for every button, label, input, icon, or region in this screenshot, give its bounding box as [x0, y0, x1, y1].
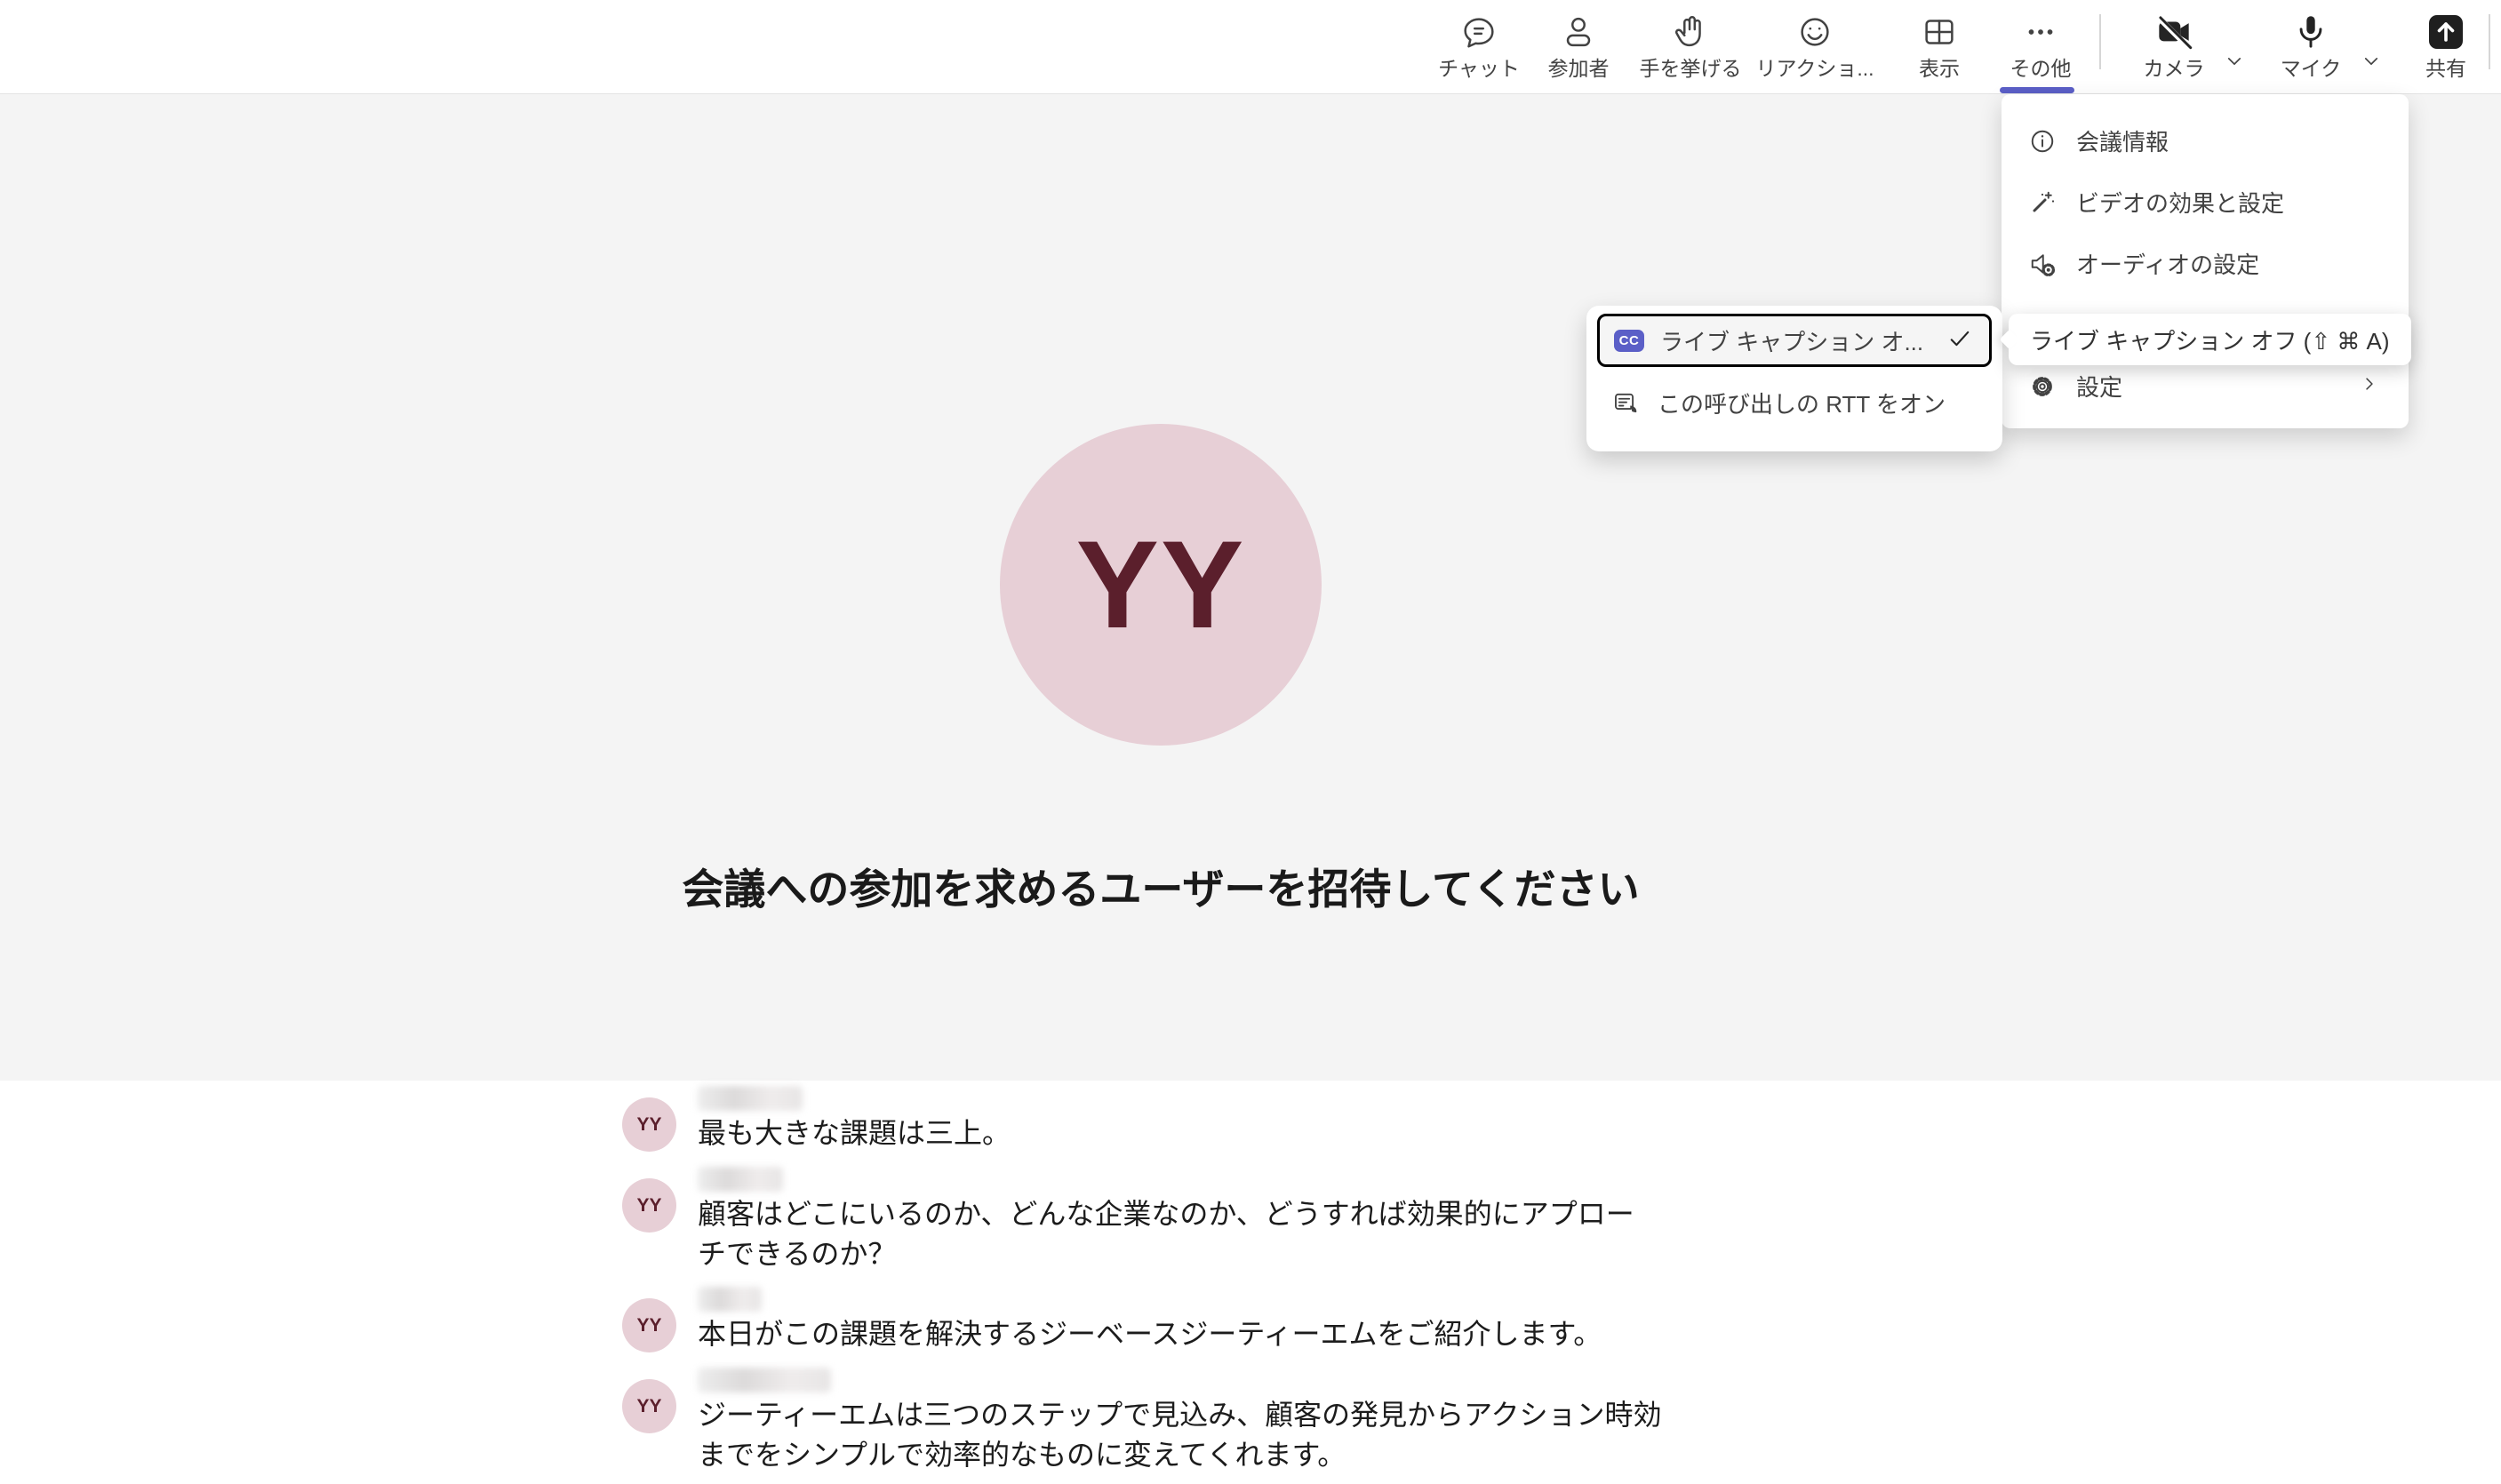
redacted-speaker-name [698, 1287, 762, 1312]
meeting-toolbar: チャット 参加者 手を挙げる [0, 0, 2501, 94]
more-ellipsis-icon [2020, 7, 2061, 57]
share-button[interactable]: 共有 [2403, 7, 2489, 89]
page-title: 会議への参加を求めるユーザーを招待してください [0, 855, 2321, 916]
menu-item-label: この呼び出しの RTT をオン [1658, 387, 1946, 419]
more-menu: 会議情報 ビデオの効果と設定 オーディオの設定 [2002, 94, 2409, 428]
participants-icon [1558, 7, 1599, 57]
rtt-icon [1611, 387, 1642, 418]
teams-meeting-window: YY 会議への参加を求めるユーザーを招待してください YY 最も大きな課題は三上… [0, 0, 2501, 1484]
mic-label: マイク [2281, 57, 2342, 80]
raise-hand-icon [1670, 7, 1711, 57]
reactions-label: リアクショ... [1755, 57, 1874, 80]
live-captions-tooltip: ライブ キャプション オフ (⇧ ⌘ A) [2009, 314, 2411, 365]
participants-label: 参加者 [1548, 57, 1610, 80]
caption-text: 顧客はどこにいるのか、どんな企業なのか、どうすれば効果的にアプローチできるのか？ [698, 1194, 1662, 1274]
chat-icon [1458, 7, 1499, 57]
menu-item-meeting-info[interactable]: 会議情報 [2002, 110, 2409, 172]
menu-item-rtt[interactable]: この呼び出しの RTT をオン [1597, 375, 1992, 430]
more-label: その他 [2010, 57, 2072, 80]
speaker-gear-icon [2026, 248, 2058, 280]
info-icon [2026, 125, 2058, 157]
menu-item-label: 会議情報 [2076, 124, 2382, 157]
more-active-indicator [2000, 87, 2074, 93]
chevron-right-icon [2357, 371, 2382, 401]
mic-button[interactable]: マイク [2261, 7, 2361, 89]
avatar: YY [622, 1379, 676, 1433]
chat-label: チャット [1438, 57, 1520, 80]
mic-icon [2289, 7, 2333, 57]
toolbar-divider [2489, 14, 2490, 69]
avatar: YY [622, 1298, 676, 1352]
view-button[interactable]: 表示 [1882, 7, 1996, 89]
toolbar-divider [2099, 14, 2101, 69]
view-layout-icon [1919, 7, 1960, 57]
cc-badge-icon: CC [1614, 330, 1644, 352]
checkmark-icon [1945, 323, 1975, 358]
avatar-initials: YY [1076, 513, 1246, 657]
more-button[interactable]: その他 [1984, 7, 2097, 89]
redacted-speaker-name [698, 1086, 803, 1111]
avatar: YY [1000, 424, 1322, 746]
gear-icon [2026, 371, 2058, 403]
view-label: 表示 [1919, 57, 1960, 80]
raise-hand-label: 手を挙げる [1640, 57, 1742, 80]
caption-text: 本日がこの課題を解決するジーベースジーティーエムをご紹介します。 [698, 1314, 1662, 1354]
menu-item-video-effects[interactable]: ビデオの効果と設定 [2002, 172, 2409, 233]
menu-item-label: ビデオの効果と設定 [2076, 186, 2382, 219]
camera-button[interactable]: カメラ [2124, 7, 2224, 89]
tooltip-text: ライブ キャプション オフ (⇧ ⌘ A) [2030, 323, 2390, 356]
live-captions-panel: YY 最も大きな課題は三上。 YY 顧客はどこにいるのか、どんな企業なのか、どう… [0, 1081, 2501, 1484]
camera-off-icon [2152, 7, 2196, 57]
avatar: YY [622, 1178, 676, 1233]
caption-text: 最も大きな課題は三上。 [698, 1113, 1662, 1153]
menu-item-audio-settings[interactable]: オーディオの設定 [2002, 233, 2409, 294]
share-screen-icon [2425, 7, 2467, 57]
reactions-icon [1794, 7, 1835, 57]
redacted-speaker-name [698, 1368, 831, 1392]
avatar: YY [622, 1097, 676, 1152]
menu-item-label: オーディオの設定 [2076, 247, 2382, 280]
camera-options-chevron[interactable] [2219, 46, 2249, 76]
captions-submenu: CC ライブ キャプション オ... この呼び出しの RTT をオン [1586, 306, 2002, 451]
chat-button[interactable]: チャット [1422, 7, 1536, 89]
redacted-speaker-name [698, 1167, 783, 1192]
participants-button[interactable]: 参加者 [1522, 7, 1635, 89]
magic-wand-icon [2026, 187, 2058, 219]
menu-item-live-captions[interactable]: CC ライブ キャプション オ... [1597, 314, 1992, 367]
menu-item-label: 設定 [2076, 370, 2357, 403]
reactions-button[interactable]: リアクショ... [1756, 7, 1874, 89]
mic-options-chevron[interactable] [2356, 46, 2386, 76]
caption-text: ジーティーエムは三つのステップで見込み、顧客の発見からアクション時効までをシンプ… [698, 1395, 1662, 1475]
raise-hand-button[interactable]: 手を挙げる [1632, 7, 1749, 89]
menu-item-label: ライブ キャプション オ... [1660, 324, 1945, 357]
share-label: 共有 [2425, 57, 2466, 80]
camera-label: カメラ [2144, 57, 2205, 80]
